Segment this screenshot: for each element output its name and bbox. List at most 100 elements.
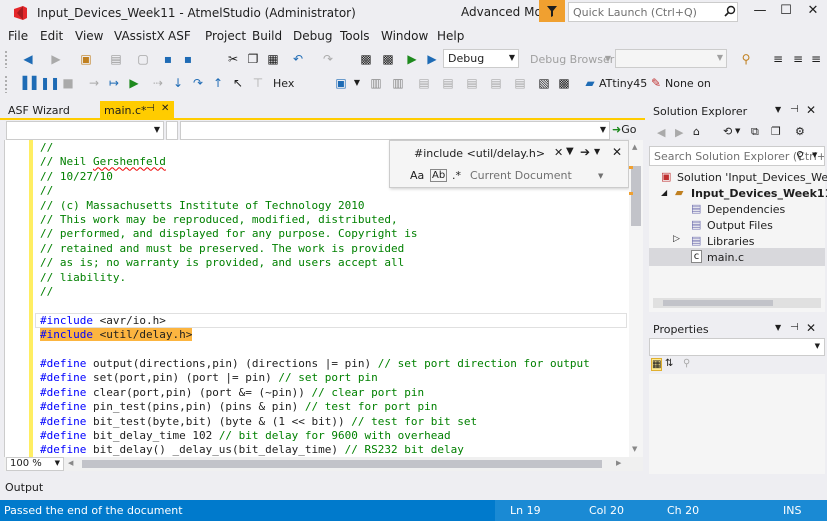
step-into-icon[interactable]: ↦ (106, 75, 122, 91)
collapsed-arrow-icon[interactable]: ▷ (673, 234, 680, 244)
output-panel-tab[interactable]: Output (0, 477, 645, 499)
open-file-icon[interactable]: ▢ (135, 51, 151, 67)
restart-icon[interactable]: → (86, 75, 102, 91)
io-view-icon[interactable]: ▤ (440, 75, 456, 91)
breakpoints-icon[interactable]: ▤ (512, 75, 528, 91)
back-icon[interactable]: ◀ (657, 126, 665, 139)
chevron-down-icon[interactable]: ▼ (600, 51, 616, 67)
regex-toggle[interactable]: .* (452, 169, 461, 182)
chevron-down-icon[interactable]: ▼ (775, 105, 781, 114)
menu-view[interactable]: View (75, 29, 103, 43)
menu-project[interactable]: Project (205, 29, 246, 43)
expanded-arrow-icon[interactable]: ◢ (661, 188, 667, 197)
menu-vassistx[interactable]: VAssistX (114, 29, 165, 43)
pin-icon[interactable]: ⊣ (146, 103, 155, 114)
align-right-icon[interactable]: ≡ (808, 51, 824, 67)
locals-icon[interactable]: ▤ (488, 75, 504, 91)
step-over-icon[interactable]: ⇢ (150, 75, 166, 91)
undo-icon[interactable]: ↶ (290, 51, 306, 67)
match-word-toggle[interactable]: Ab (430, 169, 448, 182)
align-center-icon[interactable]: ≡ (790, 51, 806, 67)
device-programming-icon[interactable]: ▧ (536, 75, 552, 91)
watch-icon[interactable]: ▤ (464, 75, 480, 91)
disasm-icon[interactable]: ⊤ (250, 75, 266, 91)
menu-edit[interactable]: Edit (40, 29, 63, 43)
build-icon[interactable]: ▩ (358, 51, 374, 67)
search-icon[interactable]: ⚲ (796, 149, 804, 162)
add-item-icon[interactable]: ▤ (108, 51, 124, 67)
close-tab-icon[interactable]: ✕ (161, 103, 169, 114)
forward-icon[interactable]: ▶ (675, 126, 683, 139)
editor-vertical-scrollbar[interactable]: ▲ ▼ (629, 140, 643, 457)
close-find-icon[interactable]: ✕ (612, 145, 622, 159)
find-input[interactable]: #include <util/delay.h> (412, 146, 570, 162)
chevron-down-icon[interactable]: ▼ (349, 75, 365, 91)
menu-window[interactable]: Window (381, 29, 428, 43)
cut-icon[interactable]: ✂ (225, 51, 241, 67)
tree-item-solution[interactable]: Solution 'Input_Devices_Week11 (677, 170, 827, 185)
tree-item-libraries[interactable]: Libraries (707, 234, 755, 249)
scroll-up-icon[interactable]: ▲ (632, 143, 637, 151)
debug-browser-dropdown[interactable]: ▼ (615, 49, 727, 68)
chevron-down-icon[interactable]: ▼ (775, 323, 781, 332)
tree-item-dependencies[interactable]: Dependencies (707, 202, 785, 217)
tree-item-output-files[interactable]: Output Files (707, 218, 773, 233)
close-window-button[interactable]: ✕ (803, 3, 823, 21)
pin-icon[interactable]: ⊣ (790, 104, 799, 115)
toolbar-grip[interactable] (4, 75, 8, 93)
rebuild-icon[interactable]: ▩ (380, 51, 396, 67)
search-icon[interactable] (724, 5, 736, 17)
show-all-files-icon[interactable]: ❐ (771, 125, 781, 138)
paste-icon[interactable]: ▦ (265, 51, 281, 67)
windows-icon[interactable]: ▣ (333, 75, 349, 91)
menu-asf[interactable]: ASF (168, 29, 191, 43)
scroll-thumb[interactable] (631, 166, 641, 226)
minimize-button[interactable]: — (750, 3, 770, 21)
redo-icon[interactable]: ↷ (320, 51, 336, 67)
step-out-icon[interactable]: ↷ (190, 75, 206, 91)
scroll-left-icon[interactable]: ◀ (68, 459, 73, 467)
tab-asf-wizard[interactable]: ASF Wizard (2, 101, 96, 118)
alphabetical-icon[interactable]: ⇅ (665, 358, 673, 369)
align-left-icon[interactable]: ≡ (770, 51, 786, 67)
tree-item-main-c[interactable]: main.c (707, 250, 744, 265)
quick-launch-input[interactable]: Quick Launch (Ctrl+Q) (568, 2, 738, 22)
chevron-down-icon[interactable]: ▼ (594, 147, 600, 156)
scroll-right-icon[interactable]: ▶ (616, 459, 621, 467)
go-button[interactable]: ➜Go (612, 123, 646, 136)
hscroll-thumb[interactable] (82, 460, 602, 468)
find-next-icon[interactable]: ➔ (580, 145, 590, 159)
new-project-icon[interactable]: ▣ (78, 51, 94, 67)
match-case-toggle[interactable]: Aa (410, 169, 424, 182)
home-icon[interactable]: ⌂ (693, 125, 700, 138)
pause-icon[interactable]: ❚❚ (40, 75, 60, 91)
run-to-cursor-icon[interactable]: ↑ (210, 75, 226, 91)
menu-file[interactable]: File (8, 29, 28, 43)
mode-filter-button[interactable] (539, 0, 565, 22)
close-panel-icon[interactable]: ✕ (806, 103, 816, 117)
tree-hscroll-thumb[interactable] (663, 300, 773, 306)
editor-horizontal-scrollbar[interactable]: 100 % ▼ ◀ ▶ (4, 457, 643, 471)
settings-icon[interactable]: ▩ (556, 75, 572, 91)
pointer-icon[interactable]: ↖ (230, 75, 246, 91)
close-panel-icon[interactable]: ✕ (806, 321, 816, 335)
memory-icon[interactable]: ▥ (368, 75, 384, 91)
hex-toggle[interactable]: Hex (273, 77, 294, 90)
property-pages-icon[interactable]: ⚲ (683, 358, 690, 369)
find-scope-dropdown[interactable]: Current Document (470, 169, 572, 182)
stop-icon[interactable]: ■ (60, 75, 76, 91)
find-history-icon[interactable]: ▼ (566, 146, 574, 157)
solution-explorer-header[interactable]: Solution Explorer ▼ ⊣ ✕ (649, 102, 825, 120)
clear-search-icon[interactable]: ✕ (554, 146, 563, 159)
step-into-down-icon[interactable]: ↓ (170, 75, 186, 91)
sync-icon[interactable]: ⟲ (723, 125, 732, 138)
forward-icon[interactable]: ▶ (48, 51, 64, 67)
properties-header[interactable]: Properties ▼ ⊣ ✕ (649, 320, 825, 338)
tree-hscrollbar[interactable] (653, 298, 821, 308)
collapse-all-icon[interactable]: ⧉ (751, 125, 759, 139)
break-all-icon[interactable]: ▐▐ (18, 75, 36, 91)
properties-icon[interactable]: ⚙ (795, 125, 805, 138)
properties-object-dropdown[interactable]: ▼ (649, 338, 825, 356)
menu-debug[interactable]: Debug (293, 29, 332, 43)
maximize-button[interactable]: ☐ (776, 3, 796, 21)
